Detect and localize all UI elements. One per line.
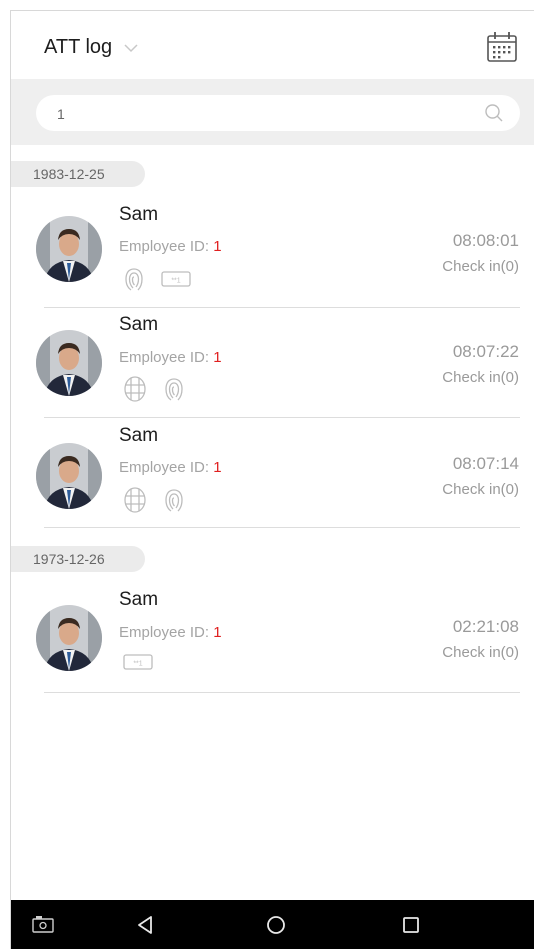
employee-name: Sam — [119, 314, 159, 335]
log-type-dropdown[interactable]: ATT log — [44, 36, 138, 59]
face-icon — [124, 376, 146, 402]
list-item[interactable]: Sam Employee ID: 1 **1 02:21:08 Check in… — [11, 583, 534, 693]
fingerprint-icon — [165, 489, 183, 512]
employee-id-value: 1 — [213, 624, 222, 641]
search-box — [36, 95, 520, 131]
search-input[interactable] — [57, 103, 457, 125]
punch-time: 08:07:14 — [452, 454, 519, 473]
employee-name: Sam — [119, 589, 159, 610]
employee-id-line: Employee ID: 1 — [119, 238, 222, 255]
avatar — [36, 443, 102, 509]
system-nav-bar — [11, 900, 534, 949]
app-frame: ATT log 1983-12-25 — [10, 10, 534, 949]
punch-state: Check in(0) — [442, 644, 519, 661]
avatar — [36, 605, 102, 671]
employee-id-label: Employee ID: — [119, 459, 210, 476]
home-icon[interactable] — [264, 913, 288, 937]
chevron-down-icon — [124, 43, 138, 52]
svg-text:**1: **1 — [133, 661, 142, 668]
avatar — [36, 216, 102, 282]
verify-icons — [123, 486, 185, 514]
employee-name: Sam — [119, 425, 159, 446]
punch-state: Check in(0) — [442, 481, 519, 498]
verify-icons: **1 — [123, 266, 191, 292]
back-icon[interactable] — [134, 913, 158, 937]
employee-id-label: Employee ID: — [119, 238, 210, 255]
list-item[interactable]: Sam Employee ID: 1 **1 08:08:01 Check in… — [11, 198, 534, 308]
employee-name: Sam — [119, 204, 159, 225]
screenshot-icon[interactable] — [31, 913, 55, 937]
card-icon: **1 — [161, 271, 191, 287]
fingerprint-icon — [165, 378, 183, 401]
page-title: ATT log — [44, 36, 113, 58]
date-label: 1973-12-26 — [33, 551, 105, 567]
list-item[interactable]: Sam Employee ID: 1 — [11, 418, 534, 528]
verify-icons: **1 — [123, 653, 153, 671]
avatar — [36, 330, 102, 396]
punch-time: 08:07:22 — [452, 342, 519, 361]
search-bar-area — [11, 79, 534, 145]
recents-icon[interactable] — [399, 913, 423, 937]
punch-time: 08:08:01 — [452, 231, 519, 250]
search-icon[interactable] — [484, 103, 504, 123]
date-label: 1983-12-25 — [33, 166, 105, 182]
divider — [44, 692, 520, 693]
svg-text:**1: **1 — [171, 278, 180, 285]
employee-id-label: Employee ID: — [119, 624, 210, 641]
punch-state: Check in(0) — [442, 369, 519, 386]
employee-id-line: Employee ID: 1 — [119, 349, 222, 366]
employee-id-value: 1 — [213, 349, 222, 366]
fingerprint-icon — [125, 268, 143, 291]
date-header: 1973-12-26 — [11, 546, 145, 572]
punch-state: Check in(0) — [442, 258, 519, 275]
card-icon: **1 — [123, 654, 153, 670]
list-item[interactable]: Sam Employee ID: 1 — [11, 308, 534, 418]
employee-id-value: 1 — [213, 238, 222, 255]
calendar-icon[interactable] — [485, 30, 519, 64]
divider — [44, 527, 520, 528]
date-header: 1983-12-25 — [11, 161, 145, 187]
employee-id-value: 1 — [213, 459, 222, 476]
employee-id-line: Employee ID: 1 — [119, 624, 222, 641]
face-icon — [124, 487, 146, 513]
punch-time: 02:21:08 — [452, 617, 519, 636]
employee-id-line: Employee ID: 1 — [119, 459, 222, 476]
employee-id-label: Employee ID: — [119, 349, 210, 366]
verify-icons — [123, 375, 185, 403]
header: ATT log — [11, 11, 534, 79]
